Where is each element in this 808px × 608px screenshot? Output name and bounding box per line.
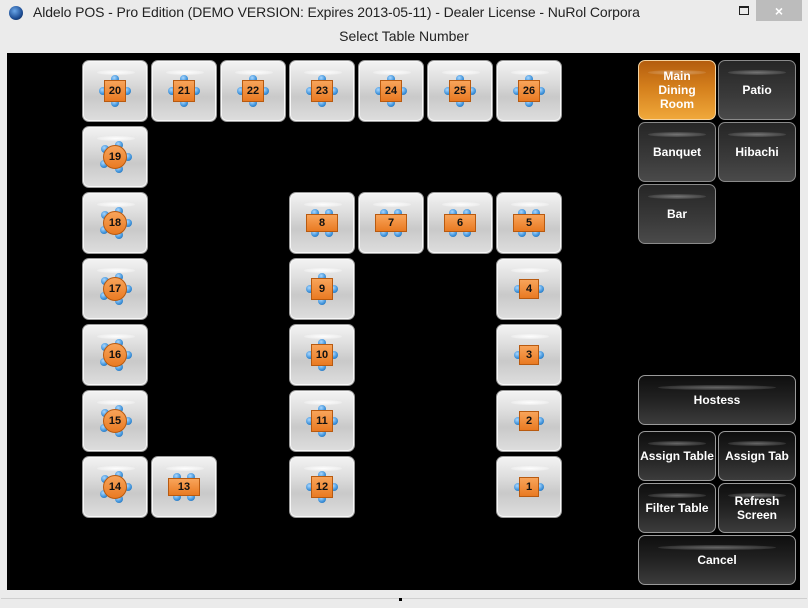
table-button-23[interactable]: 23 bbox=[289, 60, 355, 122]
table-button-4[interactable]: 4 bbox=[496, 258, 562, 320]
area-button-banquet[interactable]: Banquet bbox=[638, 122, 716, 182]
table-number: 6 bbox=[444, 214, 476, 232]
table-button-21[interactable]: 21 bbox=[151, 60, 217, 122]
table-button-24[interactable]: 24 bbox=[358, 60, 424, 122]
table-number: 11 bbox=[311, 410, 333, 432]
status-bar bbox=[1, 598, 807, 608]
table-number: 23 bbox=[311, 80, 333, 102]
table-button-5[interactable]: 5 bbox=[496, 192, 562, 254]
table-number: 25 bbox=[449, 80, 471, 102]
table-button-18[interactable]: 18 bbox=[82, 192, 148, 254]
table-button-17[interactable]: 17 bbox=[82, 258, 148, 320]
table-number: 2 bbox=[519, 411, 539, 431]
table-number: 7 bbox=[375, 214, 407, 232]
table-number: 22 bbox=[242, 80, 264, 102]
table-number: 18 bbox=[103, 211, 127, 235]
page-title: Select Table Number bbox=[339, 28, 469, 44]
table-button-11[interactable]: 11 bbox=[289, 390, 355, 452]
table-number: 4 bbox=[519, 279, 539, 299]
table-button-9[interactable]: 9 bbox=[289, 258, 355, 320]
table-button-7[interactable]: 7 bbox=[358, 192, 424, 254]
table-button-25[interactable]: 25 bbox=[427, 60, 493, 122]
app-globe-icon bbox=[9, 6, 23, 20]
table-number: 10 bbox=[311, 344, 333, 366]
area-button-main-dining-room[interactable]: Main Dining Room bbox=[638, 60, 716, 120]
refresh-screen-button[interactable]: Refresh Screen bbox=[718, 483, 796, 533]
table-button-26[interactable]: 26 bbox=[496, 60, 562, 122]
table-number: 13 bbox=[168, 478, 200, 496]
table-number: 3 bbox=[519, 345, 539, 365]
table-number: 21 bbox=[173, 80, 195, 102]
table-button-14[interactable]: 14 bbox=[82, 456, 148, 518]
area-button-hibachi[interactable]: Hibachi bbox=[718, 122, 796, 182]
table-button-10[interactable]: 10 bbox=[289, 324, 355, 386]
table-button-2[interactable]: 2 bbox=[496, 390, 562, 452]
table-button-15[interactable]: 15 bbox=[82, 390, 148, 452]
table-button-20[interactable]: 20 bbox=[82, 60, 148, 122]
table-number: 19 bbox=[103, 145, 127, 169]
close-icon: × bbox=[774, 2, 784, 19]
table-button-13[interactable]: 13 bbox=[151, 456, 217, 518]
table-number: 24 bbox=[380, 80, 402, 102]
cancel-button[interactable]: Cancel bbox=[638, 535, 796, 585]
table-number: 9 bbox=[311, 278, 333, 300]
table-button-19[interactable]: 19 bbox=[82, 126, 148, 188]
table-button-3[interactable]: 3 bbox=[496, 324, 562, 386]
table-number: 26 bbox=[518, 80, 540, 102]
close-button[interactable]: × bbox=[756, 0, 802, 21]
floor-plan: 20 21 22 23 24 25 26 19 18 8 7 6 5 17 9 4 16 10 3 15 11 2 14 13… bbox=[7, 53, 800, 590]
filter-table-button[interactable]: Filter Table bbox=[638, 483, 716, 533]
table-number: 1 bbox=[519, 477, 539, 497]
area-button-bar[interactable]: Bar bbox=[638, 184, 716, 244]
area-button-patio[interactable]: Patio bbox=[718, 60, 796, 120]
table-number: 17 bbox=[103, 277, 127, 301]
maximize-icon bbox=[739, 6, 749, 15]
table-number: 8 bbox=[306, 214, 338, 232]
table-button-16[interactable]: 16 bbox=[82, 324, 148, 386]
resize-grip[interactable] bbox=[399, 598, 402, 601]
table-button-22[interactable]: 22 bbox=[220, 60, 286, 122]
assign-tab-button[interactable]: Assign Tab bbox=[718, 431, 796, 481]
table-number: 5 bbox=[513, 214, 545, 232]
table-button-8[interactable]: 8 bbox=[289, 192, 355, 254]
hostess-button[interactable]: Hostess bbox=[638, 375, 796, 425]
table-number: 16 bbox=[103, 343, 127, 367]
title-bar: Aldelo POS - Pro Edition (DEMO VERSION: … bbox=[0, 0, 808, 24]
table-number: 14 bbox=[103, 475, 127, 499]
pos-window: Aldelo POS - Pro Edition (DEMO VERSION: … bbox=[0, 0, 808, 608]
window-title: Aldelo POS - Pro Edition (DEMO VERSION: … bbox=[33, 4, 640, 20]
assign-table-button[interactable]: Assign Table bbox=[638, 431, 716, 481]
table-number: 12 bbox=[311, 476, 333, 498]
table-button-1[interactable]: 1 bbox=[496, 456, 562, 518]
maximize-button[interactable] bbox=[733, 0, 755, 21]
table-number: 20 bbox=[104, 80, 126, 102]
table-button-12[interactable]: 12 bbox=[289, 456, 355, 518]
table-number: 15 bbox=[103, 409, 127, 433]
table-button-6[interactable]: 6 bbox=[427, 192, 493, 254]
